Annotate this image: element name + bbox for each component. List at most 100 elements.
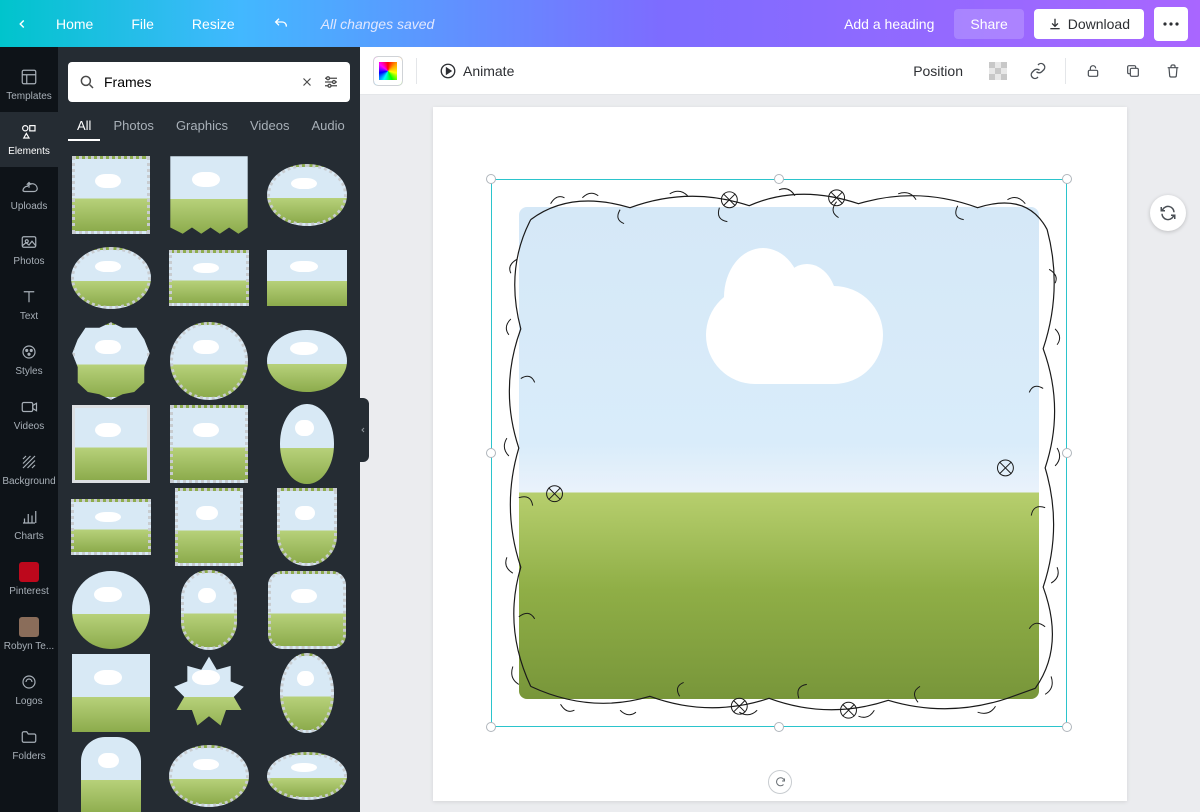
- animate-icon: [439, 62, 457, 80]
- resize-handle-tr[interactable]: [1062, 174, 1072, 184]
- delete-button[interactable]: [1160, 58, 1186, 84]
- file-menu[interactable]: File: [117, 10, 168, 38]
- styles-icon: [0, 342, 58, 362]
- resize-handle-br[interactable]: [1062, 722, 1072, 732]
- frame-thumb[interactable]: [166, 318, 252, 404]
- rail-folders-label: Folders: [0, 751, 58, 762]
- selected-element[interactable]: [491, 179, 1067, 727]
- link-button[interactable]: [1025, 58, 1051, 84]
- transparency-button[interactable]: [985, 58, 1011, 84]
- back-button[interactable]: [12, 17, 32, 31]
- left-rail: Templates Elements Uploads Photos Text S…: [0, 47, 58, 812]
- trash-icon: [1165, 63, 1181, 79]
- color-picker-button[interactable]: [374, 57, 402, 85]
- frame-thumb[interactable]: [264, 152, 350, 238]
- rail-robyn-label: Robyn Te...: [0, 641, 58, 652]
- animate-button[interactable]: Animate: [431, 58, 522, 84]
- templates-icon: [0, 67, 58, 87]
- design-page[interactable]: [433, 107, 1127, 801]
- elements-panel: All Photos Graphics Videos Audio: [58, 47, 360, 812]
- frame-thumb[interactable]: [264, 484, 350, 570]
- frame-thumb[interactable]: [68, 484, 154, 570]
- position-button[interactable]: Position: [905, 59, 971, 83]
- filter-button[interactable]: [322, 73, 340, 91]
- frame-thumb[interactable]: [68, 733, 154, 812]
- lock-button[interactable]: [1080, 58, 1106, 84]
- share-button[interactable]: Share: [954, 9, 1023, 39]
- download-label: Download: [1068, 16, 1130, 32]
- regenerate-button[interactable]: [1150, 195, 1186, 231]
- rail-robyn[interactable]: Robyn Te...: [0, 607, 58, 662]
- frame-thumb[interactable]: [68, 567, 154, 653]
- frame-thumb[interactable]: [264, 401, 350, 487]
- frame-thumb[interactable]: [68, 401, 154, 487]
- download-button[interactable]: Download: [1034, 9, 1144, 39]
- resize-handle-mr[interactable]: [1062, 448, 1072, 458]
- action-bar: Animate Position: [360, 47, 1200, 95]
- rail-videos[interactable]: Videos: [0, 387, 58, 442]
- search-input[interactable]: [104, 74, 292, 90]
- rail-elements[interactable]: Elements: [0, 112, 58, 167]
- resize-menu[interactable]: Resize: [178, 10, 249, 38]
- rail-charts[interactable]: Charts: [0, 497, 58, 552]
- rail-logos[interactable]: Logos: [0, 662, 58, 717]
- frame-thumb[interactable]: [166, 235, 252, 321]
- frame-thumb[interactable]: [68, 318, 154, 404]
- tab-all[interactable]: All: [68, 112, 100, 141]
- frame-thumb[interactable]: [166, 484, 252, 570]
- resize-handle-bm[interactable]: [774, 722, 784, 732]
- duplicate-button[interactable]: [1120, 58, 1146, 84]
- resize-handle-tm[interactable]: [774, 174, 784, 184]
- frames-grid: [58, 142, 360, 812]
- frame-thumb[interactable]: [166, 401, 252, 487]
- rail-uploads[interactable]: Uploads: [0, 167, 58, 222]
- clear-search-button[interactable]: [300, 75, 314, 89]
- frame-thumb[interactable]: [166, 152, 252, 238]
- rail-templates[interactable]: Templates: [0, 57, 58, 112]
- tab-audio[interactable]: Audio: [302, 112, 353, 141]
- search-bar: [68, 62, 350, 102]
- resize-handle-tl[interactable]: [486, 174, 496, 184]
- rail-videos-label: Videos: [0, 421, 58, 432]
- home-menu[interactable]: Home: [42, 10, 107, 38]
- ellipsis-icon: [1163, 22, 1179, 26]
- frame-thumb[interactable]: [264, 567, 350, 653]
- background-icon: [0, 452, 58, 472]
- resize-handle-ml[interactable]: [486, 448, 496, 458]
- add-heading-button[interactable]: Add a heading: [834, 10, 944, 38]
- frame-thumb[interactable]: [68, 650, 154, 736]
- rail-text-label: Text: [0, 311, 58, 322]
- frame-thumb[interactable]: [264, 733, 350, 812]
- frame-thumb[interactable]: [166, 650, 252, 736]
- frame-thumb[interactable]: [166, 733, 252, 812]
- frame-thumb[interactable]: [68, 152, 154, 238]
- animate-label: Animate: [463, 63, 514, 79]
- link-icon: [1029, 62, 1047, 80]
- uploads-icon: [0, 177, 58, 197]
- rail-folders[interactable]: Folders: [0, 717, 58, 772]
- elements-icon: [0, 122, 58, 142]
- download-icon: [1048, 17, 1062, 31]
- canvas-viewport[interactable]: [360, 95, 1200, 812]
- tab-graphics[interactable]: Graphics: [167, 112, 237, 141]
- sync-button[interactable]: [768, 770, 792, 794]
- tab-photos[interactable]: Photos: [104, 112, 162, 141]
- pinterest-icon: [19, 562, 39, 582]
- rail-pinterest[interactable]: Pinterest: [0, 552, 58, 607]
- frame-thumb[interactable]: [264, 318, 350, 404]
- tab-videos[interactable]: Videos: [241, 112, 299, 141]
- frame-thumb[interactable]: [166, 567, 252, 653]
- transparency-icon: [989, 62, 1007, 80]
- rail-background[interactable]: Background: [0, 442, 58, 497]
- resize-handle-bl[interactable]: [486, 722, 496, 732]
- frame-thumb[interactable]: [264, 650, 350, 736]
- more-button[interactable]: [1154, 7, 1188, 41]
- folders-icon: [0, 727, 58, 747]
- frame-thumb[interactable]: [264, 235, 350, 321]
- frame-thumb[interactable]: [68, 235, 154, 321]
- rail-styles[interactable]: Styles: [0, 332, 58, 387]
- rail-photos[interactable]: Photos: [0, 222, 58, 277]
- rail-text[interactable]: Text: [0, 277, 58, 332]
- result-tabs: All Photos Graphics Videos Audio: [58, 112, 360, 142]
- undo-button[interactable]: [259, 10, 303, 38]
